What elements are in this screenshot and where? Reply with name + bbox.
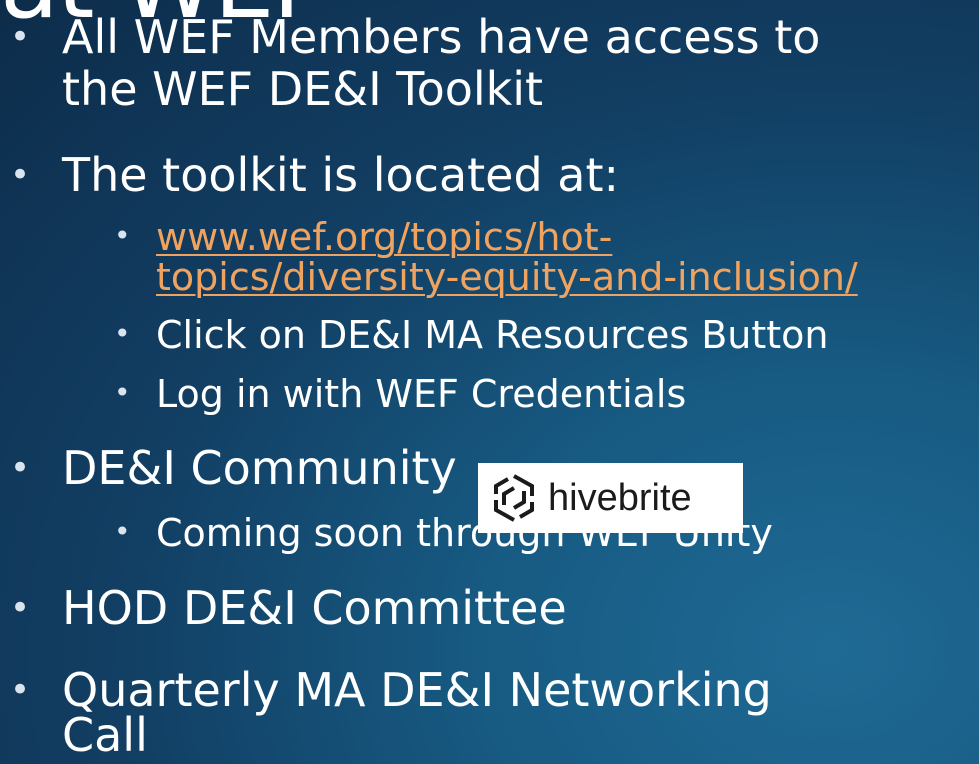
toolkit-link-line1[interactable]: www.wef.org/topics/hot- <box>156 215 612 259</box>
bullet-dot: • <box>10 448 31 488</box>
bullet-text: Quarterly MA DE&I Networking <box>62 663 772 717</box>
bullet-text: The toolkit is located at: <box>62 148 620 202</box>
bullet-members-line1: • All WEF Members have access to <box>10 14 820 60</box>
toolkit-link-item-cont[interactable]: topics/diversity-equity-and-inclusion/ <box>156 258 858 296</box>
bullet-toolkit: • The toolkit is located at: <box>10 152 619 198</box>
toolkit-link-line2[interactable]: topics/diversity-equity-and-inclusion/ <box>156 255 858 299</box>
bullet-networking-line1: • Quarterly MA DE&I Networking <box>10 667 772 713</box>
toolkit-login-item: • Log in with WEF Credentials <box>114 372 687 416</box>
bullet-text: DE&I Community <box>62 441 457 495</box>
bullet-text: All WEF Members have access to <box>62 10 821 64</box>
bullet-dot: • <box>114 317 131 350</box>
bullet-hod: • HOD DE&I Committee <box>10 585 567 631</box>
bullet-dot: • <box>10 670 31 710</box>
hivebrite-logo: hivebrite <box>478 463 743 533</box>
bullet-community: • DE&I Community <box>10 445 457 491</box>
bullet-text: Call <box>62 708 148 762</box>
bullet-dot: • <box>10 17 31 57</box>
bullet-text: Click on DE&I MA Resources Button <box>156 313 829 357</box>
slide: at WEF • All WEF Members have access to … <box>0 0 979 764</box>
bullet-dot: • <box>10 588 31 628</box>
toolkit-link-item[interactable]: • www.wef.org/topics/hot- <box>114 215 612 259</box>
bullet-dot: • <box>114 376 131 409</box>
hivebrite-logo-text: hivebrite <box>548 476 692 519</box>
bullet-text: Log in with WEF Credentials <box>156 372 687 416</box>
bullet-text: HOD DE&I Committee <box>62 581 567 635</box>
bullet-networking-line2: Call <box>62 712 148 758</box>
hivebrite-logo-icon <box>494 474 534 522</box>
toolkit-click-item: • Click on DE&I MA Resources Button <box>114 313 829 357</box>
bullet-members-line2: the WEF DE&I Toolkit <box>62 66 543 112</box>
bullet-dot: • <box>114 219 131 252</box>
bullet-dot: • <box>114 515 131 548</box>
bullet-text: the WEF DE&I Toolkit <box>62 62 544 116</box>
bullet-dot: • <box>10 155 31 195</box>
